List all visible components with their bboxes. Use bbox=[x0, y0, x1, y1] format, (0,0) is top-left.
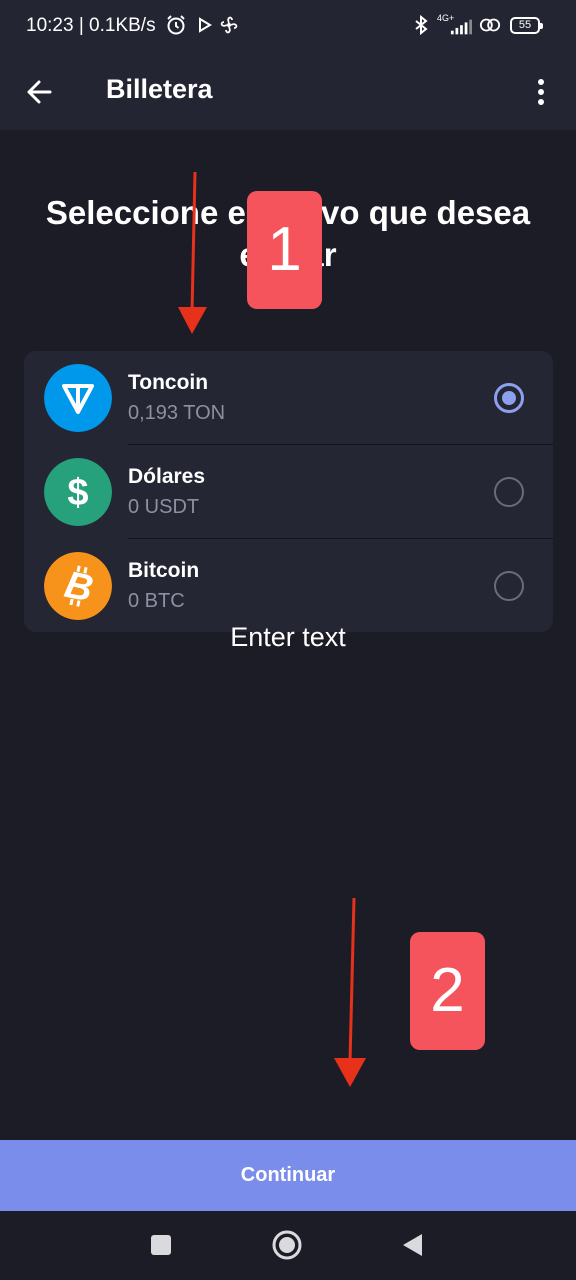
play-icon bbox=[199, 17, 212, 33]
asset-row-toncoin[interactable]: Toncoin 0,193 TON bbox=[24, 351, 553, 445]
more-options-icon[interactable] bbox=[524, 72, 558, 112]
asset-name: Dólares bbox=[128, 465, 206, 488]
arrow-1-head bbox=[178, 307, 207, 334]
asset-balance: 0 BTC bbox=[128, 590, 185, 612]
asset-name: Bitcoin bbox=[128, 559, 200, 582]
arrow-2-head bbox=[334, 1058, 366, 1087]
toncoin-icon bbox=[44, 364, 112, 432]
fan-icon bbox=[220, 16, 238, 34]
home-icon[interactable] bbox=[267, 1225, 307, 1265]
dollar-icon: $ bbox=[44, 458, 112, 526]
signal-icon bbox=[450, 19, 472, 35]
battery-icon: 55 bbox=[510, 17, 543, 34]
svg-text:$: $ bbox=[67, 472, 88, 514]
recent-apps-icon[interactable] bbox=[141, 1225, 181, 1265]
page-title: Billetera bbox=[106, 74, 213, 104]
asset-name: Toncoin bbox=[128, 371, 209, 394]
status-bar: 10:23 | 0.1KB/s 4G+ 55 bbox=[0, 0, 576, 54]
alarm-icon bbox=[167, 15, 185, 35]
arrow-2-shaft bbox=[348, 897, 356, 1063]
bitcoin-icon: B bbox=[44, 552, 112, 620]
continue-button[interactable]: Continuar bbox=[0, 1140, 576, 1211]
bluetooth-icon bbox=[415, 14, 428, 36]
asset-balance: 0 USDT bbox=[128, 496, 200, 518]
back-nav-icon[interactable] bbox=[393, 1225, 433, 1265]
app-bar: Billetera bbox=[0, 54, 576, 130]
status-time: 10:23 | 0.1KB/s bbox=[26, 15, 156, 36]
back-arrow-icon[interactable] bbox=[20, 72, 60, 112]
annotation-badge-2: 2 bbox=[410, 932, 485, 1050]
asset-row-bitcoin[interactable]: B Bitcoin 0 BTC bbox=[24, 539, 553, 632]
system-nav-bar bbox=[0, 1211, 576, 1280]
annotation-badge-1: 1 bbox=[247, 191, 322, 309]
radio-button[interactable] bbox=[494, 477, 524, 507]
radio-button-selected[interactable] bbox=[494, 383, 524, 413]
asset-balance: 0,193 TON bbox=[128, 402, 226, 424]
overlay-text: Enter text bbox=[230, 622, 346, 652]
link-icon bbox=[479, 18, 501, 32]
asset-row-dolares[interactable]: $ Dólares 0 USDT bbox=[24, 445, 553, 539]
asset-list: Toncoin 0,193 TON $ Dólares 0 USDT B Bit… bbox=[24, 351, 553, 632]
radio-button[interactable] bbox=[494, 571, 524, 601]
